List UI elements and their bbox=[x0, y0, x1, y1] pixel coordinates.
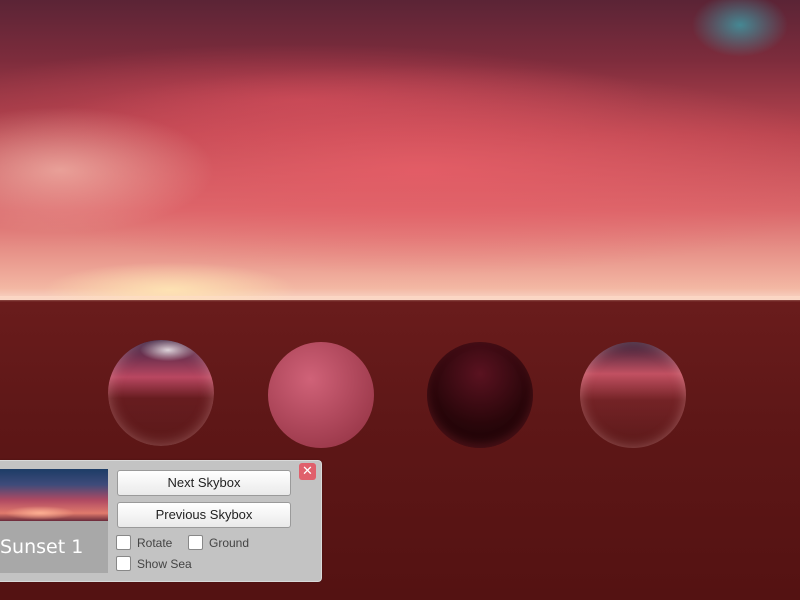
close-icon[interactable]: ✕ bbox=[299, 463, 316, 480]
glass-sphere bbox=[108, 340, 214, 446]
dark-glossy-sphere bbox=[427, 342, 533, 448]
rotate-toggle[interactable]: Rotate bbox=[116, 535, 172, 550]
clear-glass-sphere bbox=[580, 342, 686, 448]
show-sea-label: Show Sea bbox=[137, 556, 192, 571]
rotate-checkbox[interactable] bbox=[116, 535, 131, 550]
skybox-name: Sunset 1 bbox=[0, 521, 108, 573]
ground-toggle[interactable]: Ground bbox=[188, 535, 249, 550]
ground-checkbox[interactable] bbox=[188, 535, 203, 550]
matte-sphere bbox=[268, 342, 374, 448]
next-skybox-button[interactable]: Next Skybox bbox=[117, 470, 291, 496]
show-sea-toggle[interactable]: Show Sea bbox=[116, 556, 192, 571]
show-sea-checkbox[interactable] bbox=[116, 556, 131, 571]
horizon-glow bbox=[0, 296, 800, 302]
rotate-label: Rotate bbox=[137, 535, 173, 550]
sunset-sky bbox=[0, 0, 800, 300]
skybox-thumbnail bbox=[0, 469, 108, 521]
ground-label: Ground bbox=[209, 535, 250, 550]
previous-skybox-button[interactable]: Previous Skybox bbox=[117, 502, 291, 528]
